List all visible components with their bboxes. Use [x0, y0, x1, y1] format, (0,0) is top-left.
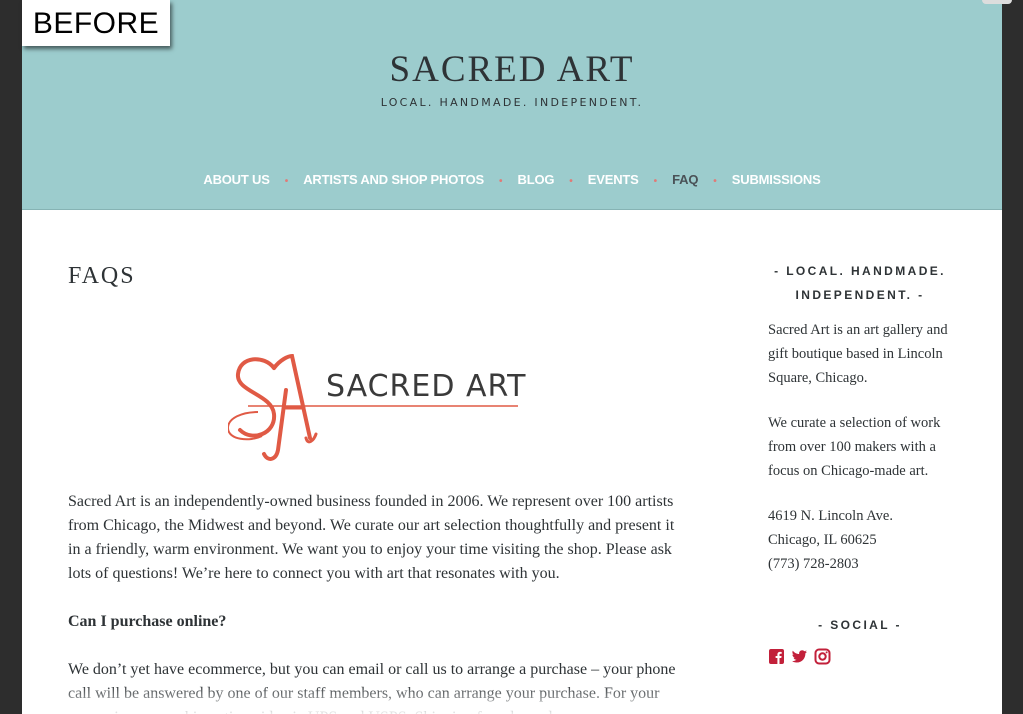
nav-item-artists-and-shop-photos[interactable]: ARTISTS AND SHOP PHOTOS	[303, 172, 484, 187]
social-links	[768, 648, 831, 665]
bottom-fade	[22, 684, 1002, 714]
before-badge: BEFORE	[22, 0, 170, 46]
sidebar-widget-title: - LOCAL. HANDMADE. INDEPENDENT. -	[774, 264, 946, 302]
nav-item-faq[interactable]: FAQ	[672, 172, 698, 187]
nav-separator: •	[653, 176, 658, 187]
nav-item-submissions[interactable]: SUBMISSIONS	[732, 172, 821, 187]
nav-item-about-us[interactable]: ABOUT US	[203, 172, 269, 187]
sidebar-address-city: Chicago, IL 60625	[768, 532, 877, 548]
facebook-icon[interactable]	[768, 648, 785, 665]
site-title[interactable]: SACRED ART	[22, 48, 1002, 91]
sidebar-about-text: Sacred Art is an art gallery and gift bo…	[768, 322, 948, 386]
faq-question: Can I purchase online?	[68, 613, 227, 630]
nav-item-events[interactable]: EVENTS	[588, 172, 639, 187]
logo-text: SACRED ART	[326, 369, 527, 404]
window-scroll-corner	[982, 0, 1012, 4]
twitter-icon[interactable]	[791, 648, 808, 665]
instagram-icon[interactable]	[814, 648, 831, 665]
intro-paragraph: Sacred Art is an independently-owned bus…	[68, 493, 675, 582]
page-title: FAQS	[68, 263, 136, 289]
sacred-art-logo: SACRED ART	[228, 353, 527, 461]
nav-separator: •	[284, 176, 289, 187]
nav-separator: •	[499, 176, 503, 187]
sidebar-address-street: 4619 N. Lincoln Ave.	[768, 508, 893, 524]
nav-separator: •	[569, 176, 573, 187]
nav-separator: •	[713, 176, 717, 187]
sidebar-social-title: - SOCIAL -	[818, 618, 902, 632]
nav-item-blog[interactable]: BLOG	[518, 172, 555, 187]
sidebar-phone[interactable]: (773) 728-2803	[768, 552, 958, 576]
main-nav: ABOUT US • ARTISTS AND SHOP PHOTOS • BLOG • EV…	[22, 172, 1002, 187]
sidebar-curate-text: We curate a selection of work from over …	[768, 415, 941, 479]
site-tagline: LOCAL. HANDMADE. INDEPENDENT.	[380, 96, 644, 109]
page: SACRED ART LOCAL. HANDMADE. INDEPENDENT.…	[22, 0, 1002, 714]
